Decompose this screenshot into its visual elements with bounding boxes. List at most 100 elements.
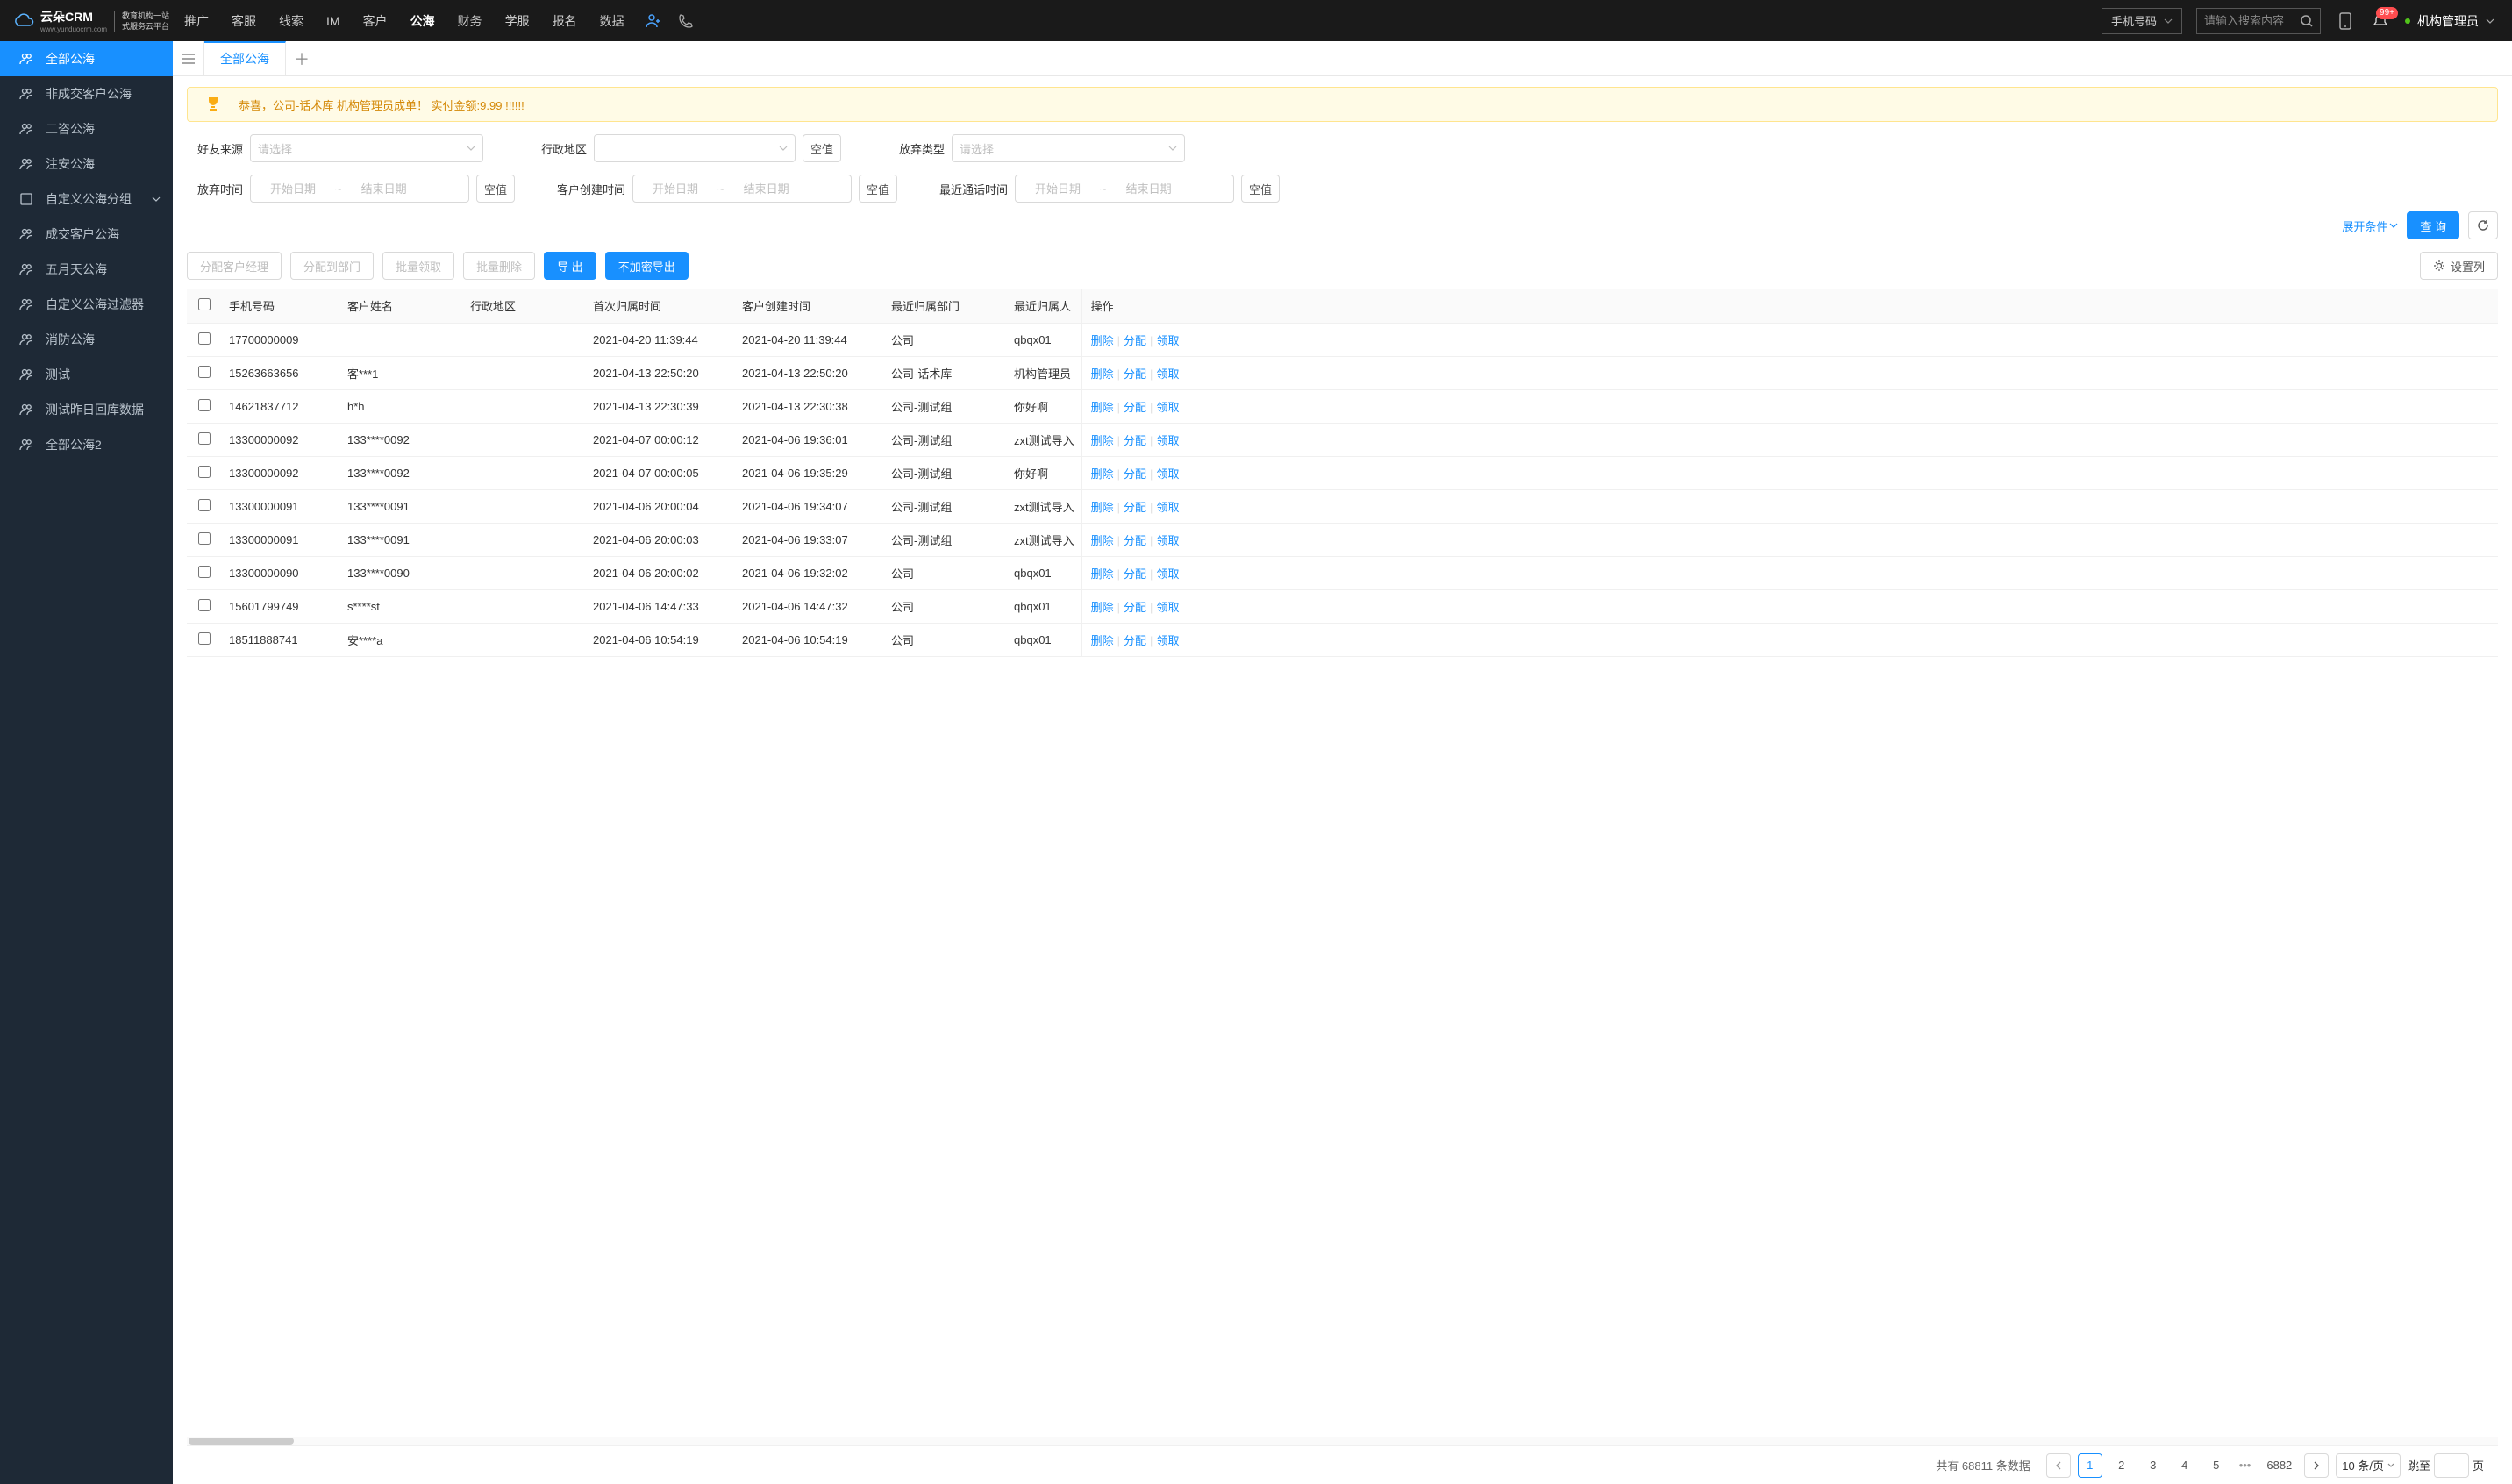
- row-claim-link[interactable]: 领取: [1156, 501, 1179, 514]
- last-call-range[interactable]: ~: [1015, 175, 1234, 203]
- search-input[interactable]: [2197, 14, 2294, 27]
- batch-delete-button[interactable]: 批量删除: [463, 252, 535, 280]
- nav-item-6[interactable]: 财务: [446, 0, 494, 41]
- row-checkbox[interactable]: [198, 532, 211, 545]
- row-delete-link[interactable]: 删除: [1091, 367, 1114, 381]
- tabs-toggle-icon[interactable]: [173, 41, 204, 75]
- select-all-checkbox[interactable]: [198, 298, 211, 310]
- row-claim-link[interactable]: 领取: [1156, 601, 1179, 614]
- sidebar-item-4[interactable]: 自定义公海分组: [0, 182, 173, 217]
- row-checkbox[interactable]: [198, 399, 211, 411]
- nav-item-3[interactable]: IM: [315, 0, 352, 41]
- prev-page-button[interactable]: [2046, 1453, 2071, 1478]
- row-assign-link[interactable]: 分配: [1124, 434, 1146, 447]
- lastcall-start-input[interactable]: [1023, 182, 1093, 196]
- page-1-button[interactable]: 1: [2078, 1453, 2102, 1478]
- sidebar-item-5[interactable]: 成交客户公海: [0, 217, 173, 252]
- abandon-time-null-button[interactable]: 空值: [476, 175, 515, 203]
- export-button[interactable]: 导 出: [544, 252, 596, 280]
- row-assign-link[interactable]: 分配: [1124, 601, 1146, 614]
- row-claim-link[interactable]: 领取: [1156, 634, 1179, 647]
- row-delete-link[interactable]: 删除: [1091, 567, 1114, 581]
- page-2-button[interactable]: 2: [2109, 1453, 2134, 1478]
- sidebar-item-3[interactable]: 注安公海: [0, 146, 173, 182]
- row-delete-link[interactable]: 删除: [1091, 601, 1114, 614]
- sidebar-item-6[interactable]: 五月天公海: [0, 252, 173, 287]
- phone-icon[interactable]: [676, 12, 694, 30]
- row-checkbox[interactable]: [198, 366, 211, 378]
- row-assign-link[interactable]: 分配: [1124, 467, 1146, 481]
- row-assign-link[interactable]: 分配: [1124, 334, 1146, 347]
- row-claim-link[interactable]: 领取: [1156, 334, 1179, 347]
- nav-item-4[interactable]: 客户: [352, 0, 399, 41]
- row-claim-link[interactable]: 领取: [1156, 467, 1179, 481]
- assign-dept-button[interactable]: 分配到部门: [290, 252, 374, 280]
- expand-filters-link[interactable]: 展开条件: [2342, 218, 2398, 234]
- row-delete-link[interactable]: 删除: [1091, 401, 1114, 414]
- row-delete-link[interactable]: 删除: [1091, 434, 1114, 447]
- user-menu[interactable]: 机构管理员: [2405, 12, 2494, 30]
- sidebar-item-8[interactable]: 消防公海: [0, 322, 173, 357]
- row-delete-link[interactable]: 删除: [1091, 534, 1114, 547]
- sidebar-item-1[interactable]: 非成交客户公海: [0, 76, 173, 111]
- row-delete-link[interactable]: 删除: [1091, 334, 1114, 347]
- row-assign-link[interactable]: 分配: [1124, 634, 1146, 647]
- search-type-select[interactable]: 手机号码: [2102, 8, 2182, 34]
- nav-item-8[interactable]: 报名: [541, 0, 589, 41]
- nav-item-2[interactable]: 线索: [268, 0, 315, 41]
- row-assign-link[interactable]: 分配: [1124, 567, 1146, 581]
- row-checkbox[interactable]: [198, 466, 211, 478]
- row-checkbox[interactable]: [198, 566, 211, 578]
- region-select[interactable]: [594, 134, 796, 162]
- next-page-button[interactable]: [2304, 1453, 2329, 1478]
- row-delete-link[interactable]: 删除: [1091, 634, 1114, 647]
- nav-item-5[interactable]: 公海: [399, 0, 446, 41]
- sidebar-item-2[interactable]: 二咨公海: [0, 111, 173, 146]
- row-checkbox[interactable]: [198, 332, 211, 345]
- page-5-button[interactable]: 5: [2204, 1453, 2229, 1478]
- sidebar-item-11[interactable]: 全部公海2: [0, 427, 173, 462]
- lastcall-null-button[interactable]: 空值: [1241, 175, 1280, 203]
- abandon-end-input[interactable]: [349, 182, 419, 196]
- nav-item-9[interactable]: 数据: [589, 0, 636, 41]
- row-delete-link[interactable]: 删除: [1091, 467, 1114, 481]
- sidebar-item-9[interactable]: 测试: [0, 357, 173, 392]
- set-columns-button[interactable]: 设置列: [2420, 252, 2498, 280]
- sidebar-item-10[interactable]: 测试昨日回库数据: [0, 392, 173, 427]
- bell-icon[interactable]: 99+: [2370, 11, 2391, 32]
- source-select[interactable]: 请选择: [250, 134, 483, 162]
- sidebar-item-7[interactable]: 自定义公海过滤器: [0, 287, 173, 322]
- create-time-null-button[interactable]: 空值: [859, 175, 897, 203]
- search-icon[interactable]: [2294, 9, 2320, 33]
- abandon-type-select[interactable]: 请选择: [952, 134, 1185, 162]
- lastcall-end-input[interactable]: [1114, 182, 1184, 196]
- batch-claim-button[interactable]: 批量领取: [382, 252, 454, 280]
- row-delete-link[interactable]: 删除: [1091, 501, 1114, 514]
- row-checkbox[interactable]: [198, 632, 211, 645]
- nav-item-1[interactable]: 客服: [220, 0, 268, 41]
- sidebar-item-0[interactable]: 全部公海: [0, 41, 173, 76]
- row-claim-link[interactable]: 领取: [1156, 534, 1179, 547]
- page-size-select[interactable]: 10 条/页: [2336, 1453, 2401, 1478]
- nav-item-7[interactable]: 学服: [494, 0, 541, 41]
- query-button[interactable]: 查 询: [2407, 211, 2459, 239]
- mobile-icon[interactable]: [2335, 11, 2356, 32]
- row-checkbox[interactable]: [198, 499, 211, 511]
- region-null-button[interactable]: 空值: [803, 134, 841, 162]
- export-plain-button[interactable]: 不加密导出: [605, 252, 689, 280]
- page-3-button[interactable]: 3: [2141, 1453, 2166, 1478]
- row-assign-link[interactable]: 分配: [1124, 501, 1146, 514]
- refresh-button[interactable]: [2468, 211, 2498, 239]
- horizontal-scrollbar[interactable]: [187, 1437, 2498, 1445]
- row-assign-link[interactable]: 分配: [1124, 367, 1146, 381]
- tab-add-button[interactable]: ＋: [286, 41, 318, 75]
- page-last-button[interactable]: 6882: [2261, 1453, 2297, 1478]
- assign-manager-button[interactable]: 分配客户经理: [187, 252, 282, 280]
- tab-all-pool[interactable]: 全部公海: [204, 41, 286, 75]
- row-checkbox[interactable]: [198, 599, 211, 611]
- create-end-input[interactable]: [731, 182, 802, 196]
- abandon-time-range[interactable]: ~: [250, 175, 469, 203]
- create-start-input[interactable]: [640, 182, 710, 196]
- row-assign-link[interactable]: 分配: [1124, 401, 1146, 414]
- row-checkbox[interactable]: [198, 432, 211, 445]
